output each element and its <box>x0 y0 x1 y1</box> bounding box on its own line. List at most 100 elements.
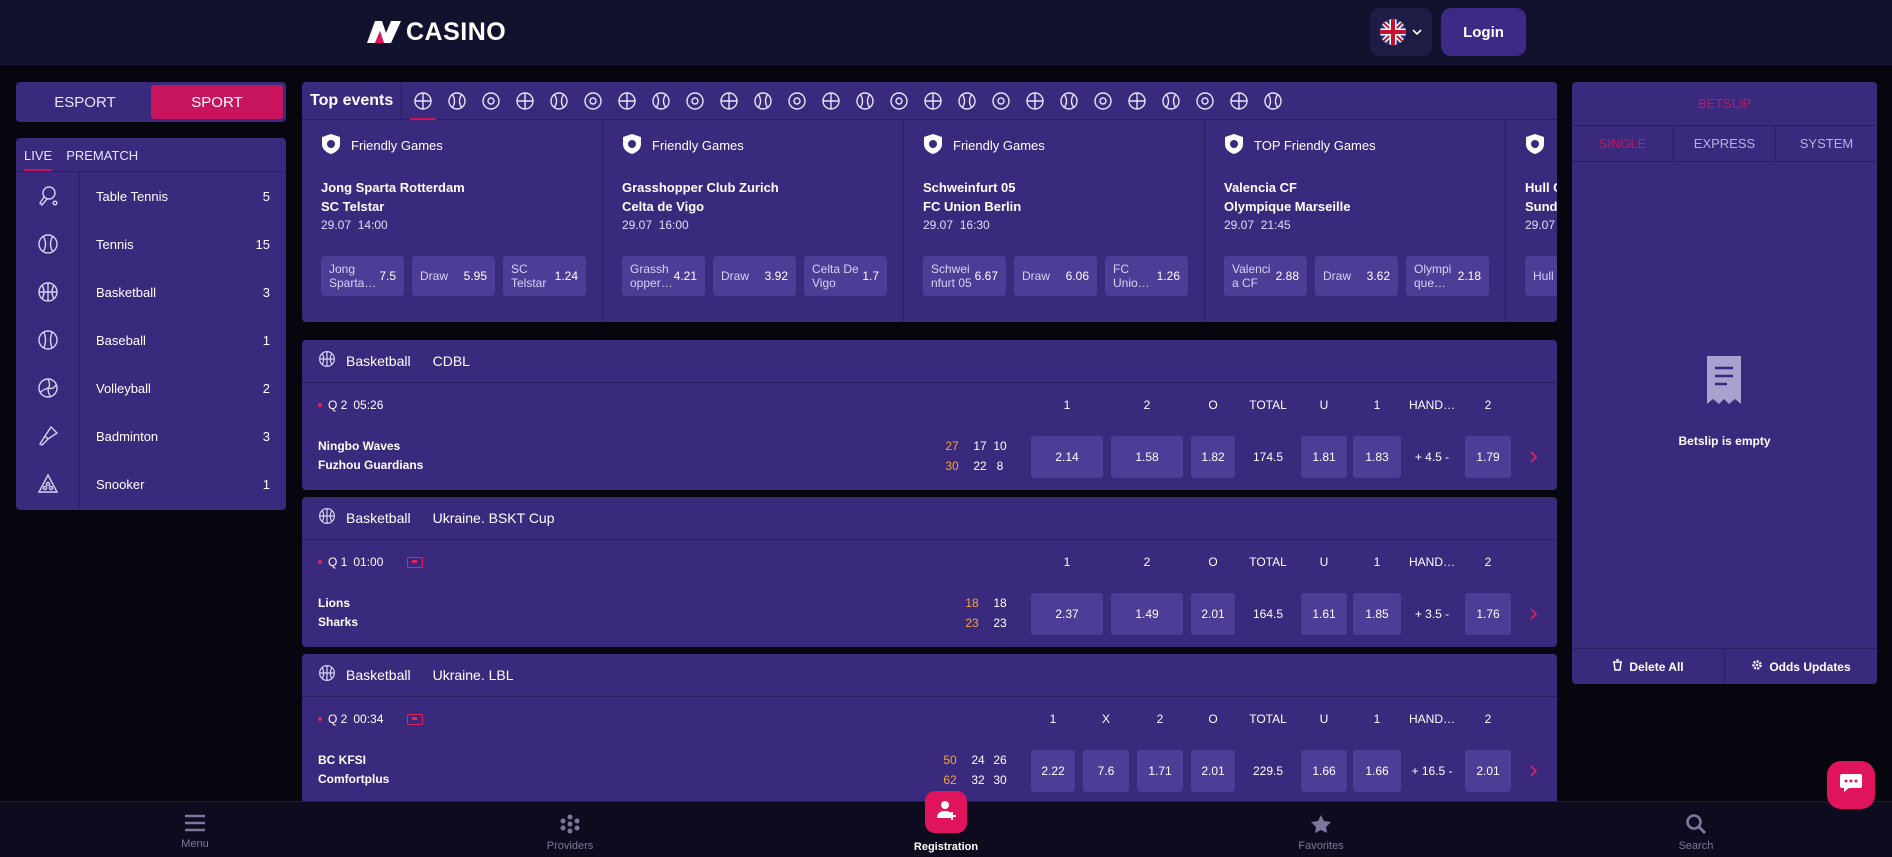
tab-system[interactable]: SYSTEM <box>1776 126 1877 161</box>
chevron-right-icon[interactable] <box>1527 607 1539 621</box>
filter-esports-icon[interactable] <box>1154 82 1188 120</box>
filter-gear-icon[interactable] <box>1222 82 1256 120</box>
top-event-card[interactable]: Friendly Games Schweinfurt 05 FC Union B… <box>904 120 1205 322</box>
odd-button[interactable]: 1.82 <box>1191 436 1235 478</box>
sidebar-item-snooker[interactable]: Snooker 1 <box>16 460 286 508</box>
filter-table-tennis-icon[interactable] <box>440 82 474 120</box>
sidebar-item-badminton[interactable]: Badminton 3 <box>16 412 286 460</box>
odd-button[interactable]: 1.85 <box>1353 593 1401 635</box>
odd-button[interactable]: 2.01 <box>1465 750 1511 792</box>
odds-updates-button[interactable]: Odds Updates <box>1725 649 1877 684</box>
registration-button[interactable] <box>925 791 967 833</box>
sport-toggle[interactable]: SPORT <box>151 85 283 119</box>
odd-button[interactable]: 1.76 <box>1465 593 1511 635</box>
nav-menu[interactable]: Menu <box>135 814 255 850</box>
filter-badminton-icon[interactable] <box>882 82 916 120</box>
filter-boxing-icon[interactable] <box>644 82 678 120</box>
filter-basketball-icon[interactable] <box>508 82 542 120</box>
top-event-card[interactable]: Friendly Games Jong Sparta Rotterdam SC … <box>302 120 603 322</box>
sidebar-item-volleyball[interactable]: Volleyball 2 <box>16 364 286 412</box>
filter-aussie-rules-icon[interactable] <box>984 82 1018 120</box>
odd-button[interactable]: 1.58 <box>1111 436 1183 478</box>
filter-cricket-icon[interactable] <box>916 82 950 120</box>
filter-volleyball-icon[interactable] <box>576 82 610 120</box>
filter-athletics-icon[interactable] <box>678 82 712 120</box>
odd-button-draw[interactable]: Draw 3.92 <box>713 256 796 296</box>
odd-button-away[interactable]: Celta De Vigo 1.7 <box>804 256 887 296</box>
filter-sport-other-icon[interactable] <box>1188 82 1222 120</box>
live-stream-icon[interactable] <box>407 713 424 725</box>
odd-button-home[interactable]: Jong Sparta… 7.5 <box>321 256 404 296</box>
filter-gamepad-icon[interactable] <box>1256 82 1290 120</box>
match-teams[interactable]: Ningbo Waves Fuzhou Guardians <box>318 437 423 475</box>
sidebar-item-baseball[interactable]: Baseball 1 <box>16 316 286 364</box>
sidebar-item-tennis[interactable]: Tennis 15 <box>16 220 286 268</box>
odd-button[interactable]: 1.66 <box>1353 750 1401 792</box>
odd-button-home[interactable]: Valenci a CF 2.88 <box>1224 256 1307 296</box>
nav-providers[interactable]: Providers <box>510 814 630 852</box>
odd-button[interactable]: 1.83 <box>1353 436 1401 478</box>
filter-american-football-icon[interactable] <box>780 82 814 120</box>
live-stream-icon[interactable] <box>407 556 424 568</box>
sidebar-item-table-tennis[interactable]: Table Tennis 5 <box>16 172 286 220</box>
tab-live[interactable]: LIVE <box>24 148 53 171</box>
odd-button[interactable]: 1.66 <box>1301 750 1347 792</box>
tab-single[interactable]: SINGLE <box>1572 126 1674 161</box>
odd-button[interactable]: 1.49 <box>1111 593 1183 635</box>
tab-express[interactable]: EXPRESS <box>1674 126 1776 161</box>
odd-button-draw[interactable]: Draw 3.62 <box>1315 256 1398 296</box>
filter-snooker-icon[interactable] <box>1052 82 1086 120</box>
odd-button[interactable]: 1.79 <box>1465 436 1511 478</box>
chevron-right-icon[interactable] <box>1527 764 1539 778</box>
match-teams[interactable]: Lions Sharks <box>318 594 358 632</box>
chevron-right-icon[interactable] <box>1527 450 1539 464</box>
filter-handball-icon[interactable] <box>712 82 746 120</box>
filter-water-polo-icon[interactable] <box>1086 82 1120 120</box>
nav-registration[interactable]: Registration <box>886 841 1006 853</box>
odd-button-home[interactable]: Schwei nfurt 05 6.67 <box>923 256 1006 296</box>
filter-soccer-icon[interactable] <box>406 82 440 120</box>
filter-trophy-icon[interactable] <box>1120 82 1154 120</box>
logo-text: CASINO <box>406 17 507 46</box>
filter-rugby-icon[interactable] <box>814 82 848 120</box>
odd-button-away[interactable]: FC Unio… 1.26 <box>1105 256 1188 296</box>
nav-favorites[interactable]: Favorites <box>1261 814 1381 852</box>
odd-button[interactable]: 1.81 <box>1301 436 1347 478</box>
filter-darts-icon[interactable] <box>610 82 644 120</box>
odd-value: 1.26 <box>1156 269 1180 283</box>
odd-button-home[interactable]: Grassh opper… 4.21 <box>622 256 705 296</box>
filter-cycling-icon[interactable] <box>1018 82 1052 120</box>
language-selector[interactable] <box>1370 8 1432 56</box>
esport-toggle[interactable]: ESPORT <box>19 85 151 119</box>
odd-button-draw[interactable]: Draw 6.06 <box>1014 256 1097 296</box>
odd-button[interactable]: 2.14 <box>1031 436 1103 478</box>
filter-baseball-icon[interactable] <box>542 82 576 120</box>
odd-button[interactable]: 2.01 <box>1191 593 1235 635</box>
chat-button[interactable] <box>1827 761 1875 809</box>
filter-ice-hockey-icon[interactable] <box>746 82 780 120</box>
odd-button[interactable]: 2.37 <box>1031 593 1103 635</box>
odd-button-away[interactable]: SC Telstar 1.24 <box>503 256 586 296</box>
tab-prematch[interactable]: PREMATCH <box>66 148 138 171</box>
odd-button[interactable]: 1.61 <box>1301 593 1347 635</box>
sidebar-item-basketball[interactable]: Basketball 3 <box>16 268 286 316</box>
filter-tennis-icon[interactable] <box>474 82 508 120</box>
match-teams[interactable]: BC KFSI Comfortplus <box>318 751 389 789</box>
login-button[interactable]: Login <box>1441 8 1526 56</box>
filter-bandy-icon[interactable] <box>950 82 984 120</box>
filter-hockey-icon[interactable] <box>848 82 882 120</box>
odd-button-home[interactable]: Hull City <box>1525 256 1557 296</box>
site-logo[interactable]: CASINO <box>365 18 506 46</box>
odd-button[interactable]: 7.6 <box>1083 750 1129 792</box>
odd-button[interactable]: 2.01 <box>1191 750 1235 792</box>
top-event-card[interactable]: TOP Friendly Games Valencia CF Olympique… <box>1205 120 1506 322</box>
top-event-card[interactable]: Friendly Games Grasshopper Club Zurich C… <box>603 120 904 322</box>
betslip-title: BETSLIP <box>1572 82 1877 126</box>
odd-button[interactable]: 2.22 <box>1031 750 1075 792</box>
odd-button-away[interactable]: Olympi que… 2.18 <box>1406 256 1489 296</box>
odd-button-draw[interactable]: Draw 5.95 <box>412 256 495 296</box>
odd-button[interactable]: 1.71 <box>1137 750 1183 792</box>
delete-all-button[interactable]: Delete All <box>1572 649 1725 684</box>
nav-search[interactable]: Search <box>1636 814 1756 852</box>
top-event-card[interactable]: Hull C Sund 29.07 Hull City <box>1506 120 1557 322</box>
